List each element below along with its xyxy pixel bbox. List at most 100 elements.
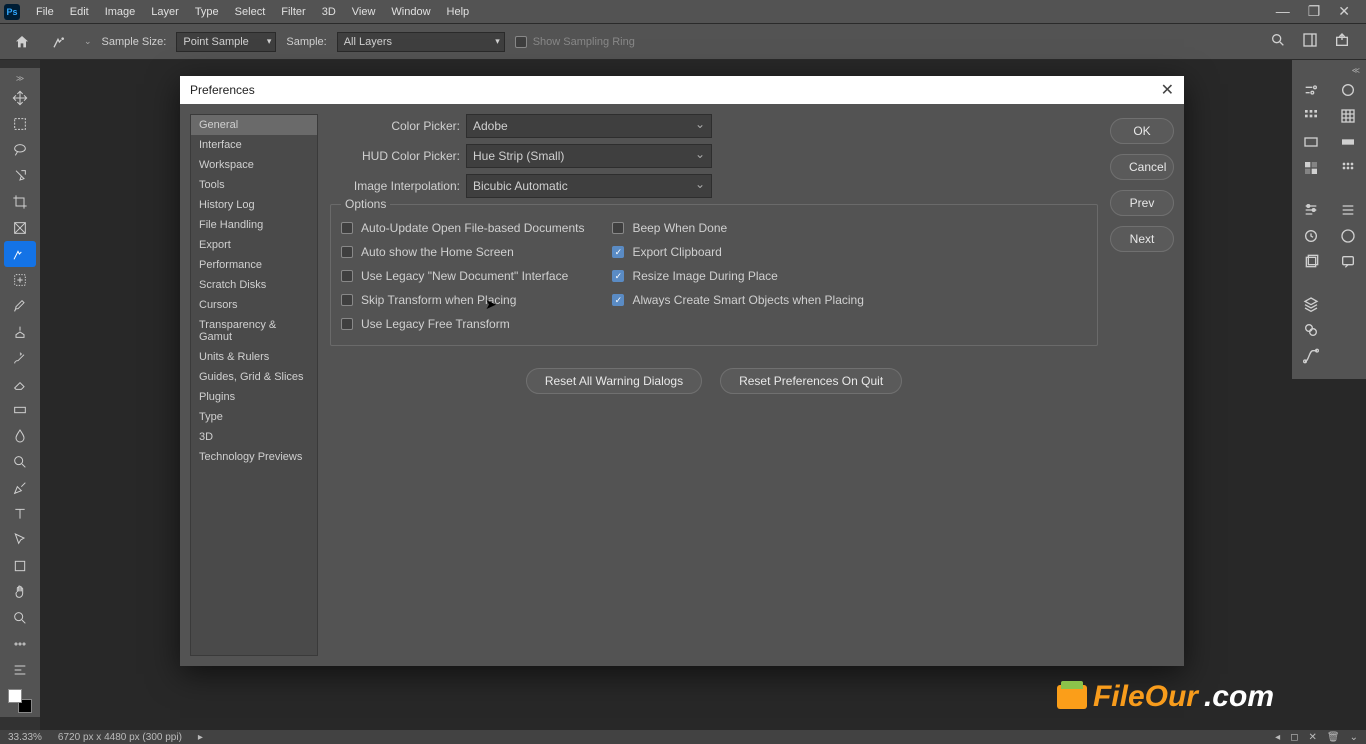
sidebar-item-3d[interactable]: 3D — [191, 427, 317, 447]
option-resize-image-during-place[interactable]: ✓Resize Image During Place — [612, 269, 863, 283]
menu-image[interactable]: Image — [97, 6, 144, 18]
hud-color-picker-select[interactable]: Hue Strip (Small) — [466, 144, 712, 168]
sidebar-item-scratch-disks[interactable]: Scratch Disks — [191, 275, 317, 295]
type-tool[interactable] — [4, 501, 36, 527]
libraries-icon[interactable] — [1297, 249, 1325, 275]
menu-edit[interactable]: Edit — [62, 6, 97, 18]
path-select-tool[interactable] — [4, 527, 36, 553]
marquee-tool[interactable] — [4, 111, 36, 137]
sidebar-item-tools[interactable]: Tools — [191, 175, 317, 195]
dots-icon[interactable] — [1334, 155, 1362, 181]
dodge-tool[interactable] — [4, 449, 36, 475]
zoom-level[interactable]: 33.33% — [8, 732, 42, 743]
sidebar-item-type[interactable]: Type — [191, 407, 317, 427]
zoom-tool[interactable] — [4, 605, 36, 631]
gradient-bar-icon[interactable] — [1334, 129, 1362, 155]
crop-tool[interactable] — [4, 189, 36, 215]
sidebar-item-export[interactable]: Export — [191, 235, 317, 255]
image-interpolation-select[interactable]: Bicubic Automatic — [466, 174, 712, 198]
menu-view[interactable]: View — [344, 6, 384, 18]
color-panel-icon[interactable] — [1334, 77, 1362, 103]
ok-button[interactable]: OK — [1110, 118, 1174, 144]
restore-icon[interactable]: ❐ — [1308, 3, 1321, 20]
share-icon[interactable] — [1334, 32, 1350, 51]
sample-size-select[interactable]: Point Sample — [176, 32, 276, 52]
rectangle-tool[interactable] — [4, 553, 36, 579]
frame-tool[interactable] — [4, 215, 36, 241]
option-use-legacy-free-transform[interactable]: Use Legacy Free Transform — [341, 317, 584, 331]
color-picker-select[interactable]: Adobe — [466, 114, 712, 138]
home-button[interactable] — [8, 28, 36, 56]
brush-tool[interactable] — [4, 293, 36, 319]
current-tool-icon[interactable] — [46, 28, 74, 56]
info-icon[interactable] — [1334, 223, 1362, 249]
close-window-icon[interactable]: ✕ — [1338, 3, 1350, 20]
option-auto-show-the-home-screen[interactable]: Auto show the Home Screen — [341, 245, 584, 259]
reset-warnings-button[interactable]: Reset All Warning Dialogs — [526, 368, 702, 394]
eyedropper-tool[interactable] — [4, 241, 36, 267]
option-export-clipboard[interactable]: ✓Export Clipboard — [612, 245, 863, 259]
workspace-icon[interactable] — [1302, 32, 1318, 51]
sidebar-item-history-log[interactable]: History Log — [191, 195, 317, 215]
chevron-right-icon[interactable]: ▸ — [198, 732, 203, 743]
option-always-create-smart-objects-when-placing[interactable]: ✓Always Create Smart Objects when Placin… — [612, 293, 863, 307]
menu-filter[interactable]: Filter — [273, 6, 313, 18]
history-icon[interactable] — [1297, 223, 1325, 249]
menu-3d[interactable]: 3D — [314, 6, 344, 18]
menu-type[interactable]: Type — [187, 6, 227, 18]
menu-layer[interactable]: Layer — [143, 6, 187, 18]
chevron-down-icon[interactable]: ⌄ — [1350, 732, 1358, 743]
menu-window[interactable]: Window — [383, 6, 438, 18]
prev-button[interactable]: Prev — [1110, 190, 1174, 216]
menu-file[interactable]: File — [28, 6, 62, 18]
sidebar-item-performance[interactable]: Performance — [191, 255, 317, 275]
option-auto-update-open-file-based-documents[interactable]: Auto-Update Open File-based Documents — [341, 221, 584, 235]
healing-brush-tool[interactable] — [4, 267, 36, 293]
adjustments-icon[interactable] — [1297, 77, 1325, 103]
sidebar-item-cursors[interactable]: Cursors — [191, 295, 317, 315]
eraser-tool[interactable] — [4, 371, 36, 397]
square-icon[interactable]: ◻ — [1290, 732, 1298, 743]
sidebar-item-interface[interactable]: Interface — [191, 135, 317, 155]
collapse-panels-icon[interactable]: ≪ — [1292, 64, 1366, 77]
blur-tool[interactable] — [4, 423, 36, 449]
layers-icon[interactable] — [1297, 291, 1325, 317]
hand-tool[interactable] — [4, 579, 36, 605]
sidebar-item-units-rulers[interactable]: Units & Rulers — [191, 347, 317, 367]
search-icon[interactable] — [1270, 32, 1286, 51]
minimize-icon[interactable]: — — [1276, 3, 1290, 20]
sidebar-item-transparency-gamut[interactable]: Transparency & Gamut — [191, 315, 317, 347]
chevron-left-icon[interactable]: ◂ — [1275, 732, 1280, 743]
sidebar-item-file-handling[interactable]: File Handling — [191, 215, 317, 235]
foreground-swatch[interactable] — [8, 689, 22, 703]
channels-icon[interactable] — [1297, 317, 1325, 343]
clone-stamp-tool[interactable] — [4, 319, 36, 345]
sliders-icon[interactable] — [1334, 197, 1362, 223]
sample-select[interactable]: All Layers — [337, 32, 505, 52]
grid-icon[interactable] — [1334, 103, 1362, 129]
sidebar-item-plugins[interactable]: Plugins — [191, 387, 317, 407]
trash-icon[interactable]: 🗑 — [1327, 732, 1340, 743]
gradient-tool[interactable] — [4, 397, 36, 423]
option-skip-transform-when-placing[interactable]: Skip Transform when Placing — [341, 293, 584, 307]
comments-icon[interactable] — [1334, 249, 1362, 275]
lasso-tool[interactable] — [4, 137, 36, 163]
sidebar-item-technology-previews[interactable]: Technology Previews — [191, 447, 317, 467]
paths-icon[interactable] — [1297, 343, 1325, 369]
move-tool[interactable] — [4, 85, 36, 111]
close-status-icon[interactable]: ✕ — [1309, 732, 1317, 743]
option-beep-when-done[interactable]: Beep When Done — [612, 221, 863, 235]
menu-help[interactable]: Help — [439, 6, 478, 18]
menu-select[interactable]: Select — [227, 6, 274, 18]
next-button[interactable]: Next — [1110, 226, 1174, 252]
sidebar-item-guides-grid-slices[interactable]: Guides, Grid & Slices — [191, 367, 317, 387]
color-swatches[interactable] — [8, 689, 32, 713]
gradients-icon[interactable] — [1297, 129, 1325, 155]
reset-on-quit-button[interactable]: Reset Preferences On Quit — [720, 368, 902, 394]
cancel-button[interactable]: Cancel — [1110, 154, 1174, 180]
pen-tool[interactable] — [4, 475, 36, 501]
sidebar-item-workspace[interactable]: Workspace — [191, 155, 317, 175]
option-use-legacy-new-document-interface[interactable]: Use Legacy "New Document" Interface — [341, 269, 584, 283]
more-tool[interactable] — [4, 631, 36, 657]
patterns-icon[interactable] — [1297, 155, 1325, 181]
